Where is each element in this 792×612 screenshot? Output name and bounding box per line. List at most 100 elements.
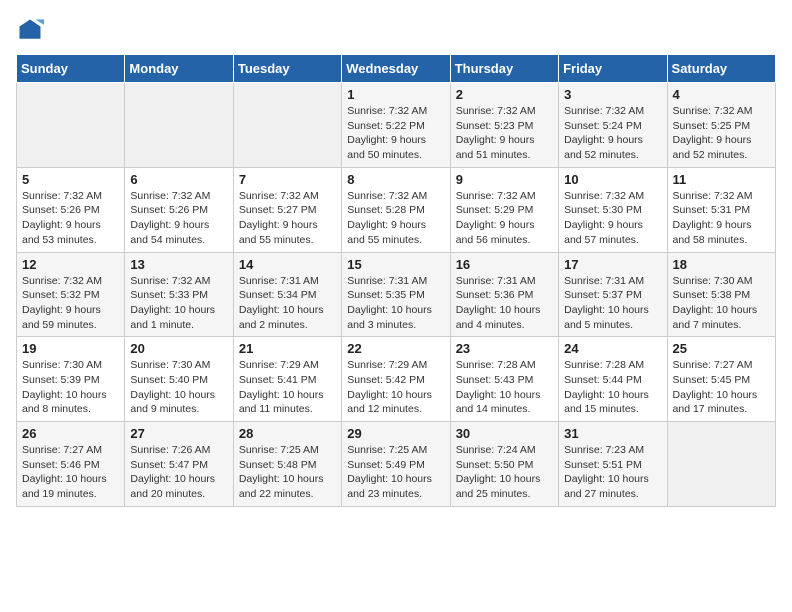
weekday-header: Saturday: [667, 55, 775, 83]
day-info: Sunrise: 7:32 AM Sunset: 5:26 PM Dayligh…: [130, 189, 227, 248]
table-row: 21 Sunrise: 7:29 AM Sunset: 5:41 PM Dayli…: [233, 337, 341, 422]
day-number: 29: [347, 426, 444, 441]
day-number: 15: [347, 257, 444, 272]
day-info: Sunrise: 7:27 AM Sunset: 5:46 PM Dayligh…: [22, 443, 119, 502]
day-info: Sunrise: 7:28 AM Sunset: 5:43 PM Dayligh…: [456, 358, 553, 417]
weekday-header: Friday: [559, 55, 667, 83]
day-number: 9: [456, 172, 553, 187]
day-number: 31: [564, 426, 661, 441]
day-info: Sunrise: 7:32 AM Sunset: 5:26 PM Dayligh…: [22, 189, 119, 248]
day-number: 17: [564, 257, 661, 272]
day-info: Sunrise: 7:26 AM Sunset: 5:47 PM Dayligh…: [130, 443, 227, 502]
day-number: 23: [456, 341, 553, 356]
table-row: 29 Sunrise: 7:25 AM Sunset: 5:49 PM Dayli…: [342, 422, 450, 507]
table-row: 25 Sunrise: 7:27 AM Sunset: 5:45 PM Dayli…: [667, 337, 775, 422]
day-info: Sunrise: 7:31 AM Sunset: 5:37 PM Dayligh…: [564, 274, 661, 333]
table-row: 12 Sunrise: 7:32 AM Sunset: 5:32 PM Dayli…: [17, 252, 125, 337]
table-row: 22Sunrise: 7:29 AM Sunset: 5:42 PM Dayli…: [342, 337, 450, 422]
day-number: 10: [564, 172, 661, 187]
day-number: 18: [673, 257, 770, 272]
day-number: 25: [673, 341, 770, 356]
weekday-header: Monday: [125, 55, 233, 83]
table-row: [17, 83, 125, 168]
day-number: 6: [130, 172, 227, 187]
weekday-header: Wednesday: [342, 55, 450, 83]
day-info: Sunrise: 7:27 AM Sunset: 5:45 PM Dayligh…: [673, 358, 770, 417]
day-number: 21: [239, 341, 336, 356]
table-row: [667, 422, 775, 507]
day-number: 27: [130, 426, 227, 441]
header: [16, 16, 776, 44]
day-number: 16: [456, 257, 553, 272]
table-row: 15 Sunrise: 7:31 AM Sunset: 5:35 PM Dayli…: [342, 252, 450, 337]
table-row: 3 Sunrise: 7:32 AM Sunset: 5:24 PM Daylig…: [559, 83, 667, 168]
table-row: 4 Sunrise: 7:32 AM Sunset: 5:25 PM Daylig…: [667, 83, 775, 168]
day-number: 30: [456, 426, 553, 441]
day-number: 1: [347, 87, 444, 102]
day-number: 13: [130, 257, 227, 272]
table-row: 14 Sunrise: 7:31 AM Sunset: 5:34 PM Dayli…: [233, 252, 341, 337]
day-number: 28: [239, 426, 336, 441]
day-number: 11: [673, 172, 770, 187]
day-info: Sunrise: 7:23 AM Sunset: 5:51 PM Dayligh…: [564, 443, 661, 502]
table-row: 23 Sunrise: 7:28 AM Sunset: 5:43 PM Dayli…: [450, 337, 558, 422]
table-row: 11 Sunrise: 7:32 AM Sunset: 5:31 PM Dayli…: [667, 167, 775, 252]
day-info: Sunrise: 7:32 AM Sunset: 5:25 PM Dayligh…: [673, 104, 770, 163]
table-row: 27 Sunrise: 7:26 AM Sunset: 5:47 PM Dayli…: [125, 422, 233, 507]
day-info: Sunrise: 7:32 AM Sunset: 5:33 PM Dayligh…: [130, 274, 227, 333]
week-row: 1 Sunrise: 7:32 AM Sunset: 5:22 PM Daylig…: [17, 83, 776, 168]
day-info: Sunrise: 7:29 AM Sunset: 5:41 PM Dayligh…: [239, 358, 336, 417]
table-row: 7Sunrise: 7:32 AM Sunset: 5:27 PM Daylig…: [233, 167, 341, 252]
table-row: 17 Sunrise: 7:31 AM Sunset: 5:37 PM Dayli…: [559, 252, 667, 337]
day-info: Sunrise: 7:32 AM Sunset: 5:28 PM Dayligh…: [347, 189, 444, 248]
table-row: 2Sunrise: 7:32 AM Sunset: 5:23 PM Daylig…: [450, 83, 558, 168]
table-row: 8Sunrise: 7:32 AM Sunset: 5:28 PM Daylig…: [342, 167, 450, 252]
day-info: Sunrise: 7:29 AM Sunset: 5:42 PM Dayligh…: [347, 358, 444, 417]
table-row: 24 Sunrise: 7:28 AM Sunset: 5:44 PM Dayli…: [559, 337, 667, 422]
day-info: Sunrise: 7:32 AM Sunset: 5:29 PM Dayligh…: [456, 189, 553, 248]
day-info: Sunrise: 7:25 AM Sunset: 5:48 PM Dayligh…: [239, 443, 336, 502]
day-number: 20: [130, 341, 227, 356]
table-row: 6 Sunrise: 7:32 AM Sunset: 5:26 PM Daylig…: [125, 167, 233, 252]
table-row: 5 Sunrise: 7:32 AM Sunset: 5:26 PM Daylig…: [17, 167, 125, 252]
week-row: 5 Sunrise: 7:32 AM Sunset: 5:26 PM Daylig…: [17, 167, 776, 252]
day-info: Sunrise: 7:32 AM Sunset: 5:30 PM Dayligh…: [564, 189, 661, 248]
calendar-table: SundayMondayTuesdayWednesdayThursdayFrid…: [16, 54, 776, 507]
day-info: Sunrise: 7:32 AM Sunset: 5:32 PM Dayligh…: [22, 274, 119, 333]
week-row: 26 Sunrise: 7:27 AM Sunset: 5:46 PM Dayli…: [17, 422, 776, 507]
day-number: 14: [239, 257, 336, 272]
table-row: [233, 83, 341, 168]
day-number: 24: [564, 341, 661, 356]
day-info: Sunrise: 7:31 AM Sunset: 5:35 PM Dayligh…: [347, 274, 444, 333]
header-row: SundayMondayTuesdayWednesdayThursdayFrid…: [17, 55, 776, 83]
weekday-header: Sunday: [17, 55, 125, 83]
day-number: 5: [22, 172, 119, 187]
day-number: 26: [22, 426, 119, 441]
day-info: Sunrise: 7:30 AM Sunset: 5:39 PM Dayligh…: [22, 358, 119, 417]
table-row: 10 Sunrise: 7:32 AM Sunset: 5:30 PM Dayli…: [559, 167, 667, 252]
day-info: Sunrise: 7:25 AM Sunset: 5:49 PM Dayligh…: [347, 443, 444, 502]
day-number: 4: [673, 87, 770, 102]
day-info: Sunrise: 7:28 AM Sunset: 5:44 PM Dayligh…: [564, 358, 661, 417]
day-info: Sunrise: 7:32 AM Sunset: 5:23 PM Dayligh…: [456, 104, 553, 163]
table-row: 16 Sunrise: 7:31 AM Sunset: 5:36 PM Dayli…: [450, 252, 558, 337]
day-info: Sunrise: 7:31 AM Sunset: 5:36 PM Dayligh…: [456, 274, 553, 333]
logo-icon: [16, 16, 44, 44]
day-info: Sunrise: 7:24 AM Sunset: 5:50 PM Dayligh…: [456, 443, 553, 502]
day-number: 7: [239, 172, 336, 187]
day-info: Sunrise: 7:30 AM Sunset: 5:38 PM Dayligh…: [673, 274, 770, 333]
day-number: 3: [564, 87, 661, 102]
day-info: Sunrise: 7:32 AM Sunset: 5:24 PM Dayligh…: [564, 104, 661, 163]
table-row: 28 Sunrise: 7:25 AM Sunset: 5:48 PM Dayli…: [233, 422, 341, 507]
weekday-header: Tuesday: [233, 55, 341, 83]
table-row: 26 Sunrise: 7:27 AM Sunset: 5:46 PM Dayli…: [17, 422, 125, 507]
day-info: Sunrise: 7:32 AM Sunset: 5:22 PM Dayligh…: [347, 104, 444, 163]
day-info: Sunrise: 7:31 AM Sunset: 5:34 PM Dayligh…: [239, 274, 336, 333]
table-row: 30 Sunrise: 7:24 AM Sunset: 5:50 PM Dayli…: [450, 422, 558, 507]
day-info: Sunrise: 7:30 AM Sunset: 5:40 PM Dayligh…: [130, 358, 227, 417]
table-row: [125, 83, 233, 168]
day-info: Sunrise: 7:32 AM Sunset: 5:31 PM Dayligh…: [673, 189, 770, 248]
day-number: 19: [22, 341, 119, 356]
day-number: 12: [22, 257, 119, 272]
table-row: 18 Sunrise: 7:30 AM Sunset: 5:38 PM Dayli…: [667, 252, 775, 337]
